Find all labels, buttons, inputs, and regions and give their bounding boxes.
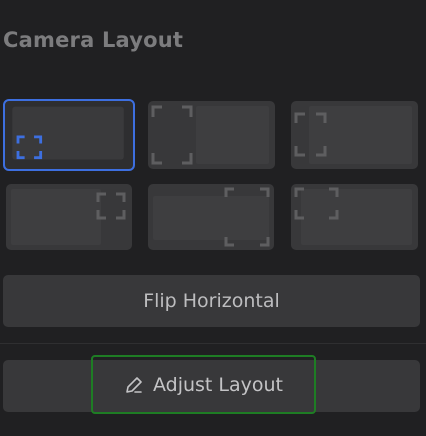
layout-preview-icon [294,106,412,164]
layout-option-2[interactable] [148,101,275,169]
layout-option-4[interactable] [6,184,132,250]
adjust-layout-label: Adjust Layout [152,373,284,396]
layout-preview-icon [12,106,124,160]
layout-option-1[interactable] [3,99,135,171]
layout-preview-icon [11,189,126,245]
layout-preview-icon [151,105,269,165]
flip-horizontal-label: Flip Horizontal [143,290,280,312]
adjust-layout-button[interactable]: Adjust Layout [91,355,316,414]
divider [0,343,426,344]
layout-option-3[interactable] [291,101,418,169]
camera-layout-panel: Camera Layout Flip Horizontal Adjust Lay… [0,0,426,436]
layout-option-6[interactable] [291,184,418,250]
flip-horizontal-button[interactable]: Flip Horizontal [3,275,420,327]
layout-option-5[interactable] [148,184,274,250]
layout-preview-icon [153,187,270,247]
pencil-icon [126,376,142,393]
layout-preview-icon [294,187,412,245]
section-title: Camera Layout [3,28,184,52]
